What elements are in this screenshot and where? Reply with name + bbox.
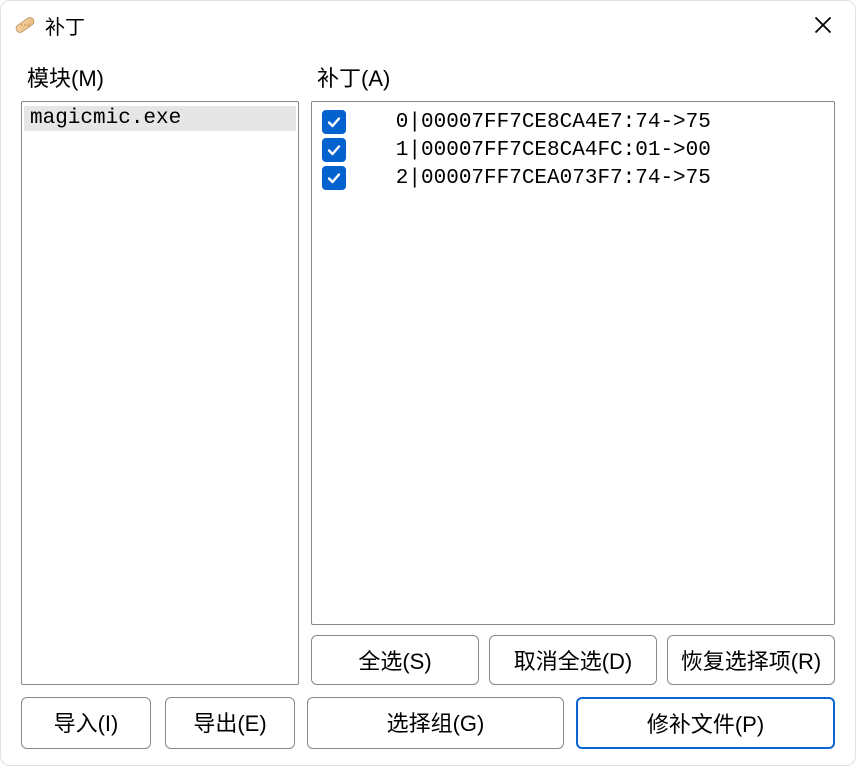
restore-selection-button[interactable]: 恢复选择项(R) — [667, 635, 835, 685]
patch-text: 1|00007FF7CE8CA4FC:01->00 — [358, 139, 711, 162]
patches-panel: 补丁(A) 0|00007FF7CE8CA4E7:74->75 — [311, 61, 835, 685]
patch-checkbox[interactable] — [322, 110, 346, 134]
bandage-icon — [13, 13, 37, 37]
window-title: 补丁 — [45, 11, 803, 40]
export-button[interactable]: 导出(E) — [165, 697, 295, 749]
patch-text: 2|00007FF7CEA073F7:74->75 — [358, 167, 711, 190]
patch-checkbox[interactable] — [322, 138, 346, 162]
close-button[interactable] — [803, 5, 843, 45]
patch-row[interactable]: 1|00007FF7CE8CA4FC:01->00 — [316, 136, 830, 164]
patches-listbox[interactable]: 0|00007FF7CE8CA4E7:74->75 1|00007FF7CE8C… — [311, 101, 835, 625]
close-icon — [813, 15, 833, 35]
modules-listbox[interactable]: magicmic.exe — [21, 101, 299, 685]
modules-label: 模块(M) — [21, 61, 299, 93]
patch-row[interactable]: 2|00007FF7CEA073F7:74->75 — [316, 164, 830, 192]
check-icon — [326, 142, 342, 158]
select-all-button[interactable]: 全选(S) — [311, 635, 479, 685]
select-group-button[interactable]: 选择组(G) — [307, 697, 564, 749]
content-area: 模块(M) magicmic.exe 补丁(A) — [1, 49, 855, 689]
patch-dialog: 补丁 模块(M) magicmic.exe 补丁(A) — [0, 0, 856, 766]
patches-scroll[interactable]: 0|00007FF7CE8CA4E7:74->75 1|00007FF7CE8C… — [312, 102, 834, 624]
module-item[interactable]: magicmic.exe — [24, 106, 296, 131]
patch-text: 0|00007FF7CE8CA4E7:74->75 — [358, 111, 711, 134]
check-icon — [326, 170, 342, 186]
import-button[interactable]: 导入(I) — [21, 697, 151, 749]
titlebar: 补丁 — [1, 1, 855, 49]
patch-checkbox[interactable] — [322, 166, 346, 190]
deselect-all-button[interactable]: 取消全选(D) — [489, 635, 657, 685]
bottom-button-row: 导入(I) 导出(E) 选择组(G) 修补文件(P) — [1, 689, 855, 765]
check-icon — [326, 114, 342, 130]
patches-label: 补丁(A) — [311, 61, 835, 93]
modules-panel: 模块(M) magicmic.exe — [21, 61, 299, 685]
patch-row[interactable]: 0|00007FF7CE8CA4E7:74->75 — [316, 108, 830, 136]
patch-file-button[interactable]: 修补文件(P) — [576, 697, 835, 749]
